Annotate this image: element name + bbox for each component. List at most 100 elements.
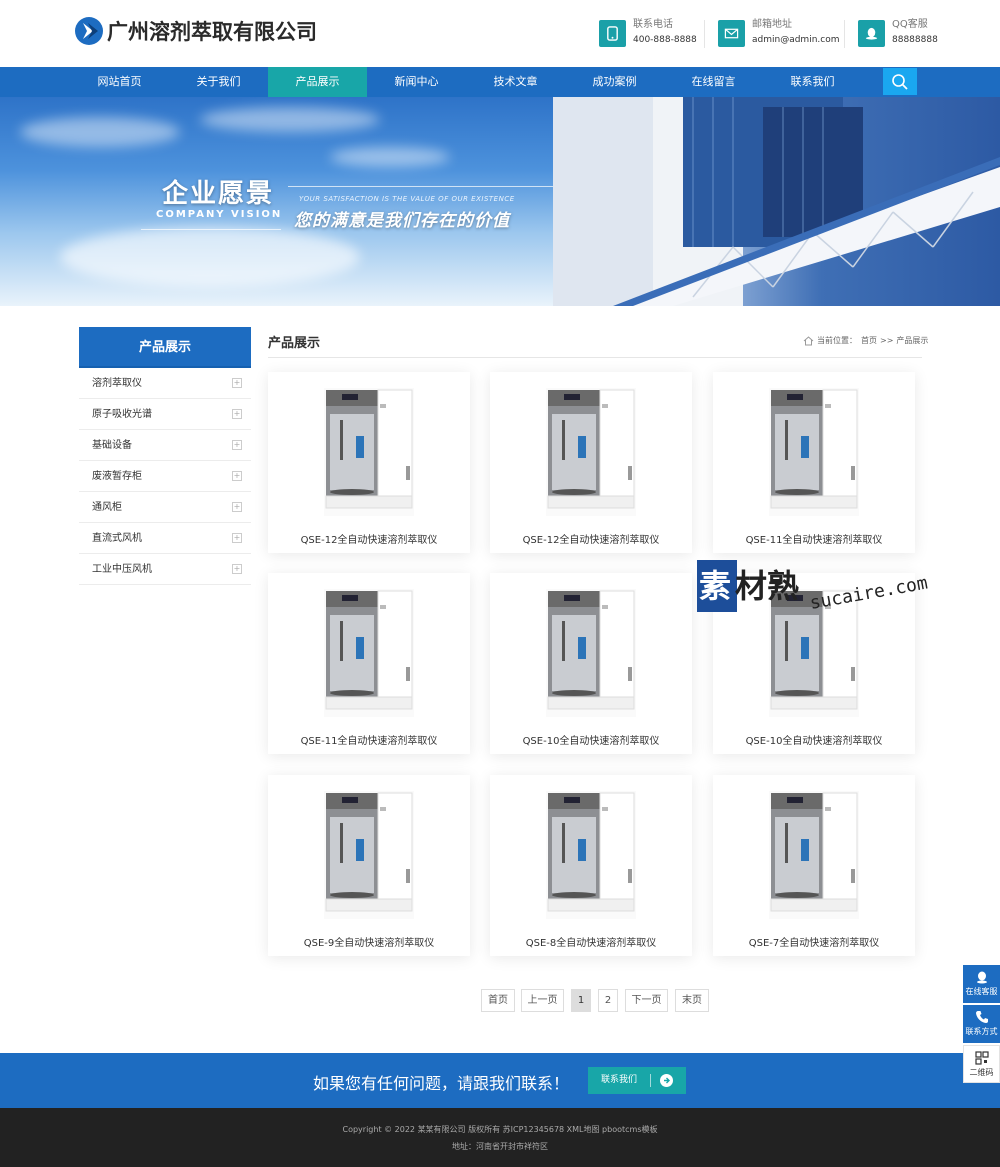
arrow-right-icon: [660, 1074, 673, 1087]
breadcrumb-home[interactable]: 首页: [861, 335, 877, 346]
product-image-wrap[interactable]: [713, 783, 915, 928]
banner-subtitle-en: YOUR SATISFACTION IS THE VALUE OF OUR EX…: [299, 195, 515, 203]
sidebar-item-label: 工业中压风机: [92, 564, 152, 575]
main-nav: 网站首页 关于我们 产品展示 新闻中心 技术文章 成功案例 在线留言 联系我们: [0, 67, 1000, 97]
sidebar-heading: 产品展示: [79, 327, 251, 368]
product-card[interactable]: QSE-8全自动快速溶剂萃取仪: [490, 775, 692, 956]
product-name[interactable]: QSE-10全自动快速溶剂萃取仪: [713, 732, 915, 747]
product-card[interactable]: QSE-9全自动快速溶剂萃取仪: [268, 775, 470, 956]
nav-item-contact[interactable]: 联系我们: [763, 67, 862, 97]
banner-subtitle: 您的满意是我们存在的价值: [294, 211, 510, 231]
expand-icon[interactable]: +: [232, 533, 242, 543]
sidebar-item-label: 原子吸收光谱: [92, 409, 152, 420]
product-image: [324, 791, 414, 919]
sidebar-item-label: 废液暂存柜: [92, 471, 142, 482]
product-image-wrap[interactable]: [490, 380, 692, 525]
nav-item-message[interactable]: 在线留言: [664, 67, 763, 97]
expand-icon[interactable]: +: [232, 502, 242, 512]
product-card[interactable]: QSE-7全自动快速溶剂萃取仪: [713, 775, 915, 956]
phone-value: 400-888-8888: [633, 35, 697, 45]
site-header: 广州溶剂萃取有限公司 联系电话 400-888-8888 邮箱地址 admin@…: [0, 0, 1000, 67]
nav-item-articles[interactable]: 技术文章: [466, 67, 565, 97]
product-card[interactable]: QSE-11全自动快速溶剂萃取仪: [713, 372, 915, 553]
address: 地址：河南省开封市祥符区: [452, 1142, 548, 1151]
breadcrumb: 当前位置： 首页 >> 产品展示: [803, 335, 928, 346]
cloud: [60, 227, 360, 287]
float-online-service[interactable]: 在线客服: [963, 965, 1000, 1003]
nav-item-news[interactable]: 新闻中心: [367, 67, 466, 97]
sidebar-item[interactable]: 溶剂萃取仪 +: [79, 368, 251, 399]
nav-item-products[interactable]: 产品展示: [268, 67, 367, 97]
product-image: [324, 589, 414, 717]
product-image-wrap[interactable]: [268, 783, 470, 928]
cloud: [20, 117, 180, 147]
product-name[interactable]: QSE-12全自动快速溶剂萃取仪: [268, 531, 470, 546]
contact-us-label: 联系我们: [601, 1075, 638, 1085]
pagination-next[interactable]: 下一页: [625, 989, 668, 1012]
float-qrcode[interactable]: 二维码: [963, 1045, 1000, 1083]
phone-label: 联系电话: [633, 19, 673, 30]
nav-item-home[interactable]: 网站首页: [70, 67, 169, 97]
product-image-wrap[interactable]: [268, 581, 470, 726]
sidebar-item[interactable]: 废液暂存柜 +: [79, 461, 251, 492]
product-image-wrap[interactable]: [490, 581, 692, 726]
nav-item-cases[interactable]: 成功案例: [565, 67, 664, 97]
breadcrumb-separator: >>: [880, 336, 894, 345]
sidebar-item[interactable]: 原子吸收光谱 +: [79, 399, 251, 430]
product-image-wrap[interactable]: [713, 380, 915, 525]
sidebar-item[interactable]: 基础设备 +: [79, 430, 251, 461]
product-card[interactable]: QSE-10全自动快速溶剂萃取仪: [490, 573, 692, 754]
expand-icon[interactable]: +: [232, 440, 242, 450]
product-name[interactable]: QSE-7全自动快速溶剂萃取仪: [713, 934, 915, 949]
expand-icon[interactable]: +: [232, 378, 242, 388]
pagination-page-2[interactable]: 2: [598, 989, 618, 1012]
email-value: admin@admin.com: [752, 35, 840, 45]
product-card[interactable]: QSE-12全自动快速溶剂萃取仪: [268, 372, 470, 553]
pagination-last[interactable]: 末页: [675, 989, 709, 1012]
expand-icon[interactable]: +: [232, 471, 242, 481]
pagination-prev[interactable]: 上一页: [521, 989, 564, 1012]
company-name: 广州溶剂萃取有限公司: [107, 19, 317, 44]
product-image: [324, 388, 414, 516]
nav-item-about[interactable]: 关于我们: [169, 67, 268, 97]
divider: [650, 1074, 651, 1087]
product-name[interactable]: QSE-8全自动快速溶剂萃取仪: [490, 934, 692, 949]
expand-icon[interactable]: +: [232, 409, 242, 419]
sidebar-item-label: 通风柜: [92, 502, 122, 513]
divider: [704, 20, 705, 48]
sidebar-item[interactable]: 通风柜 +: [79, 492, 251, 523]
product-name[interactable]: QSE-10全自动快速溶剂萃取仪: [490, 732, 692, 747]
mail-icon: [718, 20, 745, 47]
pagination-page-1[interactable]: 1: [571, 989, 591, 1012]
contact-cta-bar: 如果您有任何问题，请跟我们联系！ 联系我们: [0, 1053, 1000, 1108]
product-image: [546, 589, 636, 717]
search-button[interactable]: [883, 68, 917, 95]
logo[interactable]: 广州溶剂萃取有限公司: [74, 16, 317, 46]
product-name[interactable]: QSE-12全自动快速溶剂萃取仪: [490, 531, 692, 546]
product-card[interactable]: QSE-12全自动快速溶剂萃取仪: [490, 372, 692, 553]
sidebar-item[interactable]: 工业中压风机 +: [79, 554, 251, 585]
cloud: [330, 147, 450, 167]
float-contact[interactable]: 联系方式: [963, 1005, 1000, 1043]
sidebar-item-label: 溶剂萃取仪: [92, 378, 142, 389]
pagination-first[interactable]: 首页: [481, 989, 515, 1012]
building-image: [553, 97, 1000, 306]
svg-text:材熟: 材熟: [735, 567, 799, 605]
site-footer: Copyright © 2022 某某有限公司 版权所有 苏ICP1234567…: [0, 1108, 1000, 1167]
contact-us-button[interactable]: 联系我们: [588, 1067, 686, 1094]
product-name[interactable]: QSE-9全自动快速溶剂萃取仪: [268, 934, 470, 949]
svg-text:素: 素: [699, 567, 731, 605]
product-name[interactable]: QSE-11全自动快速溶剂萃取仪: [268, 732, 470, 747]
copyright: Copyright © 2022 某某有限公司 版权所有 苏ICP1234567…: [342, 1125, 658, 1134]
qq-label: QQ客服: [892, 19, 928, 30]
watermark-logo: 素 材熟 sucaire.com: [697, 557, 942, 617]
phone-info: 联系电话 400-888-8888: [599, 18, 697, 47]
qrcode-icon: [974, 1051, 989, 1065]
product-image-wrap[interactable]: [490, 783, 692, 928]
product-image-wrap[interactable]: [268, 380, 470, 525]
expand-icon[interactable]: +: [232, 564, 242, 574]
product-name[interactable]: QSE-11全自动快速溶剂萃取仪: [713, 531, 915, 546]
sidebar-item[interactable]: 直流式风机 +: [79, 523, 251, 554]
breadcrumb-current: 产品展示: [896, 336, 929, 345]
product-card[interactable]: QSE-11全自动快速溶剂萃取仪: [268, 573, 470, 754]
